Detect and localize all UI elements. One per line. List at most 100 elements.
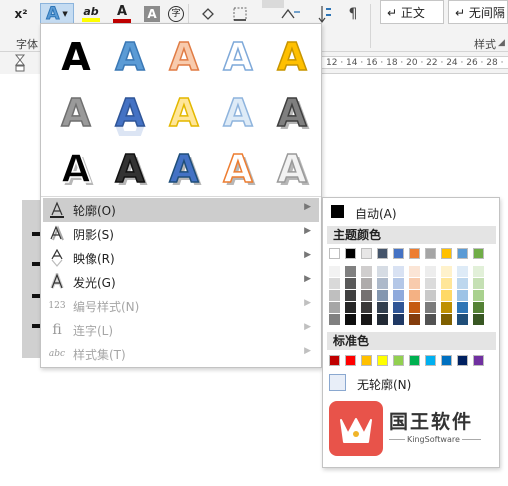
sort-chars-button[interactable] (276, 3, 306, 25)
theme-color-swatch[interactable] (377, 248, 388, 259)
standard-color-swatch[interactable] (361, 355, 372, 366)
standard-color-swatch[interactable] (329, 355, 340, 366)
theme-shade-swatch[interactable] (457, 266, 468, 277)
shading-button[interactable] (196, 3, 220, 25)
theme-shade-swatch[interactable] (457, 302, 468, 313)
theme-shade-swatch[interactable] (345, 278, 356, 289)
theme-shade-swatch[interactable] (361, 290, 372, 301)
theme-shade-swatch[interactable] (473, 278, 484, 289)
style-normal[interactable]: ↵ 正文 (380, 0, 444, 24)
theme-shade-swatch[interactable] (345, 314, 356, 325)
standard-color-swatch[interactable] (393, 355, 404, 366)
theme-color-swatch[interactable] (409, 248, 420, 259)
theme-shade-swatch[interactable] (409, 290, 420, 301)
text-effect-style[interactable]: AA (265, 142, 319, 196)
theme-shade-swatch[interactable] (393, 266, 404, 277)
theme-shade-swatch[interactable] (441, 278, 452, 289)
text-effect-style[interactable]: A (157, 86, 211, 140)
standard-color-swatch[interactable] (377, 355, 388, 366)
theme-shade-swatch[interactable] (457, 278, 468, 289)
text-effect-style[interactable]: AA (49, 142, 103, 196)
theme-shade-swatch[interactable] (361, 314, 372, 325)
text-effect-style[interactable]: AA (211, 142, 265, 196)
text-effects-button[interactable]: A ▼ (40, 3, 74, 25)
theme-shade-swatch[interactable] (361, 278, 372, 289)
no-outline-option[interactable]: 无轮廓(N) (327, 372, 496, 394)
borders-button[interactable] (226, 3, 254, 25)
theme-shade-swatch[interactable] (377, 290, 388, 301)
text-effect-style[interactable]: AA (103, 142, 157, 196)
superscript-button[interactable]: x² (10, 3, 32, 25)
theme-shade-swatch[interactable] (425, 302, 436, 313)
theme-color-swatch[interactable] (457, 248, 468, 259)
indent-marker-icon[interactable] (14, 53, 26, 73)
standard-color-swatch[interactable] (345, 355, 356, 366)
theme-shade-swatch[interactable] (329, 314, 340, 325)
text-effect-style[interactable]: AA (265, 86, 319, 140)
theme-color-swatch[interactable] (393, 248, 404, 259)
theme-shade-swatch[interactable] (329, 266, 340, 277)
theme-shade-swatch[interactable] (441, 302, 452, 313)
theme-shade-swatch[interactable] (361, 266, 372, 277)
theme-shade-swatch[interactable] (473, 266, 484, 277)
theme-color-swatch[interactable] (345, 248, 356, 259)
style-no-spacing[interactable]: ↵ 无间隔 (448, 0, 508, 24)
theme-shade-swatch[interactable] (345, 266, 356, 277)
theme-color-swatch[interactable] (473, 248, 484, 259)
menu-item-reflection[interactable]: 映像(R) ▶ (43, 246, 319, 270)
theme-shade-swatch[interactable] (441, 290, 452, 301)
theme-shade-swatch[interactable] (409, 266, 420, 277)
text-effect-style[interactable]: AA (157, 142, 211, 196)
theme-shade-swatch[interactable] (345, 302, 356, 313)
theme-shade-swatch[interactable] (441, 266, 452, 277)
theme-shade-swatch[interactable] (457, 314, 468, 325)
theme-shade-swatch[interactable] (457, 290, 468, 301)
text-effect-style[interactable]: A (49, 30, 103, 84)
text-effect-style[interactable]: AA (103, 86, 157, 140)
theme-shade-swatch[interactable] (329, 290, 340, 301)
theme-shade-swatch[interactable] (473, 314, 484, 325)
theme-color-swatch[interactable] (361, 248, 372, 259)
theme-shade-swatch[interactable] (425, 278, 436, 289)
menu-item-glow[interactable]: 发光(G) ▶ (43, 270, 319, 294)
standard-color-swatch[interactable] (409, 355, 420, 366)
theme-shade-swatch[interactable] (473, 290, 484, 301)
theme-shade-swatch[interactable] (393, 302, 404, 313)
sort-button[interactable] (316, 3, 334, 25)
show-marks-button[interactable]: ¶ (344, 3, 362, 25)
standard-color-swatch[interactable] (457, 355, 468, 366)
theme-shade-swatch[interactable] (473, 302, 484, 313)
text-effect-style[interactable]: A (103, 30, 157, 84)
text-effect-style[interactable]: A (49, 86, 103, 140)
theme-shade-swatch[interactable] (409, 302, 420, 313)
text-effect-style[interactable]: A (211, 86, 265, 140)
auto-color-option[interactable]: 自动(A) (327, 202, 496, 222)
theme-shade-swatch[interactable] (409, 278, 420, 289)
theme-shade-swatch[interactable] (393, 290, 404, 301)
theme-shade-swatch[interactable] (409, 314, 420, 325)
highlight-button[interactable]: ab (76, 3, 106, 25)
theme-shade-swatch[interactable] (329, 278, 340, 289)
text-effect-style[interactable]: A (265, 30, 319, 84)
menu-item-shadow[interactable]: 阴影(S) ▶ (43, 222, 319, 246)
theme-shade-swatch[interactable] (393, 278, 404, 289)
styles-dialog-launcher-icon[interactable]: ◢ (498, 38, 505, 48)
theme-shade-swatch[interactable] (441, 314, 452, 325)
theme-shade-swatch[interactable] (393, 314, 404, 325)
standard-color-swatch[interactable] (441, 355, 452, 366)
theme-color-swatch[interactable] (425, 248, 436, 259)
theme-shade-swatch[interactable] (377, 278, 388, 289)
theme-color-swatch[interactable] (441, 248, 452, 259)
theme-shade-swatch[interactable] (329, 302, 340, 313)
standard-color-swatch[interactable] (473, 355, 484, 366)
theme-color-swatch[interactable] (329, 248, 340, 259)
theme-shade-swatch[interactable] (377, 314, 388, 325)
font-color-button[interactable]: A (108, 3, 136, 25)
standard-color-swatch[interactable] (425, 355, 436, 366)
theme-shade-swatch[interactable] (425, 266, 436, 277)
theme-shade-swatch[interactable] (377, 266, 388, 277)
theme-shade-swatch[interactable] (425, 314, 436, 325)
text-effect-style[interactable]: A (157, 30, 211, 84)
menu-item-outline[interactable]: 轮廓(O) ▶ (43, 198, 319, 222)
theme-shade-swatch[interactable] (361, 302, 372, 313)
